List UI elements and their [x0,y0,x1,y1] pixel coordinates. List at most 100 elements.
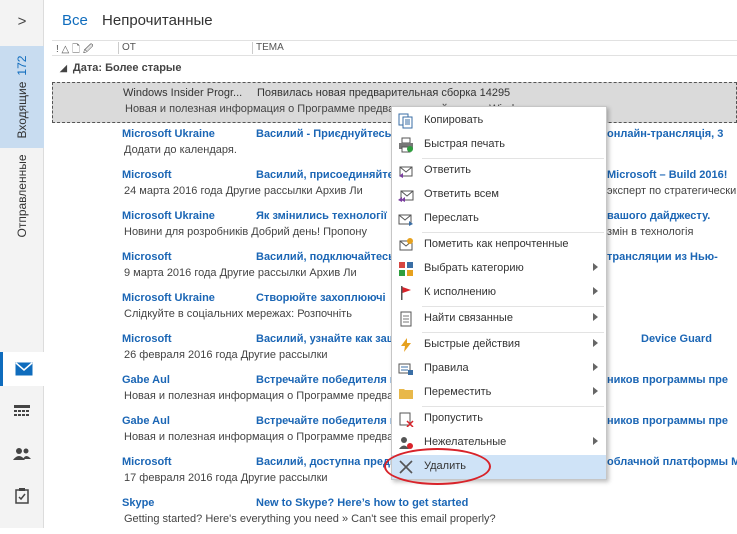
message-from: Microsoft Ukraine [122,128,215,140]
message-preview: Слідкуйте в соціальних мережах: Розпочні… [124,308,352,320]
message-preview: Новини для розробників Добрий день! Проп… [124,226,367,238]
menu-mark-unread[interactable]: Пометить как непрочтенные [392,233,606,257]
menu-quick-steps[interactable]: Быстрые действия [392,333,606,357]
folder-inbox[interactable]: Входящие 172 [0,46,44,148]
people-icon [13,448,31,460]
submenu-arrow-icon [593,313,598,321]
printer-icon [399,137,413,153]
folder-inbox-label: Входящие [15,81,29,139]
message-subject-tail: Microsoft – Build 2016! [607,169,728,181]
menu-ignore[interactable]: Пропустить [392,407,606,431]
column-divider [252,42,253,54]
column-subject[interactable]: ТЕМА [256,42,284,53]
left-rail: > Входящие 172 Отправленные [0,0,44,528]
menu-move[interactable]: Переместить [392,381,606,405]
message-from: Gabe Aul [122,415,170,427]
group-label: Дата: Более старые [72,62,182,74]
reply-icon [399,166,413,178]
rules-icon [398,363,413,375]
submenu-arrow-icon [593,263,598,271]
menu-copy-label: Копировать [424,114,484,126]
group-header[interactable]: ◢ Дата: Более старые [60,62,181,74]
menu-quick-print[interactable]: Быстрая печать [392,133,606,157]
menu-categorize-label: Выбрать категорию [424,262,524,274]
column-divider [118,42,119,54]
message-subject-tail: трансляции из Нью- [607,251,718,263]
message-from: Microsoft Ukraine [122,292,215,304]
menu-find-related[interactable]: Найти связанные [392,307,606,331]
menu-reply-all-label: Ответить всем [424,188,499,200]
menu-rules[interactable]: Правила [392,357,606,381]
message-subject-tail: онлайн-трансляція, 3 [607,128,724,140]
ignore-icon [399,412,414,427]
message-subject-tail: ников программы пре [607,374,729,386]
filter-unread-tab[interactable]: Непрочитанные [102,12,213,29]
mail-nav-button[interactable] [0,352,44,386]
message-from: Gabe Aul [122,374,170,386]
menu-quick-steps-label: Быстрые действия [424,338,521,350]
annotation-ring [384,448,491,485]
menu-quick-print-label: Быстрая печать [424,138,505,150]
icon-columns[interactable]: ! △ 🗋 🖉 [56,42,94,59]
menu-reply-all[interactable]: Ответить всем [392,183,606,207]
submenu-arrow-icon [593,363,598,371]
menu-copy[interactable]: Копировать [392,109,606,133]
menu-forward-label: Переслать [424,212,479,224]
tasks-nav-button[interactable] [8,482,36,510]
reply-all-icon [398,190,414,202]
folder-move-icon [399,389,413,399]
mark-unread-icon [399,238,413,251]
forward-icon [398,214,413,226]
submenu-arrow-icon [593,387,598,395]
message-from: Microsoft [122,456,172,468]
message-subject: New to Skype? Here’s how to get started [256,497,469,509]
menu-reply-label: Ответить [424,164,472,176]
copy-icon [398,113,413,129]
message-preview: 17 февраля 2016 года Другие рассылки [124,472,328,484]
message-from: Microsoft [122,169,172,181]
message-from: Microsoft [122,333,172,345]
message-preview: 26 февраля 2016 года Другие рассылки [124,349,328,361]
menu-move-label: Переместить [424,386,492,398]
message-subject: Появилась новая предварительная сборка 1… [257,87,511,99]
menu-categorize[interactable]: Выбрать категорию [392,257,606,281]
message-preview: Додати до календаря. [124,144,237,156]
menu-find-related-label: Найти связанные [424,312,513,324]
submenu-arrow-icon [593,437,598,445]
flag-icon [401,286,411,300]
message-preview: 24 марта 2016 года Другие рассылки Архив… [124,185,363,197]
column-header: ! △ 🗋 🖉 ОТ ТЕМА [52,40,737,56]
message-subject-tail: вашого дайджесту. [607,210,711,222]
message-preview: 9 марта 2016 года Другие рассылки Архив … [124,267,357,279]
submenu-arrow-icon [593,339,598,347]
context-menu: Копировать Быстрая печать Ответить Ответ… [391,106,607,480]
message-subject-tail: Device Guard [641,333,712,345]
people-nav-button[interactable] [8,440,36,468]
menu-follow-up[interactable]: К исполнению [392,281,606,305]
message-from: Microsoft Ukraine [122,210,215,222]
category-grid-icon [399,262,413,276]
junk-icon [399,437,413,449]
calendar-icon [14,405,30,416]
outlook-window: > Входящие 172 Отправленные Все Непрочита… [0,0,737,528]
folder-sent[interactable]: Отправленные [0,150,44,242]
menu-rules-label: Правила [424,362,469,374]
expand-chevron-icon[interactable]: > [12,12,32,32]
filter-all-tab[interactable]: Все [62,12,88,29]
submenu-arrow-icon [593,287,598,295]
collapse-triangle-icon[interactable]: ◢ [60,63,67,73]
message-preview: Getting started? Here's everything you n… [124,513,496,525]
message-from: Windows Insider Progr... [123,87,243,99]
calendar-nav-button[interactable] [8,398,36,426]
lightning-icon [401,338,411,352]
menu-reply[interactable]: Ответить [392,159,606,183]
message-subject-tail: облачной платформы M [607,456,737,468]
column-from[interactable]: ОТ [122,42,136,53]
message-from: Skype [122,497,155,509]
menu-junk-label: Нежелательные [424,436,507,448]
mail-icon [15,362,32,376]
menu-follow-up-label: К исполнению [424,286,497,298]
menu-forward[interactable]: Переслать [392,207,606,231]
message-subject-tail: ников программы пре [607,415,729,427]
filter-bar: Все Непрочитанные [62,12,223,32]
